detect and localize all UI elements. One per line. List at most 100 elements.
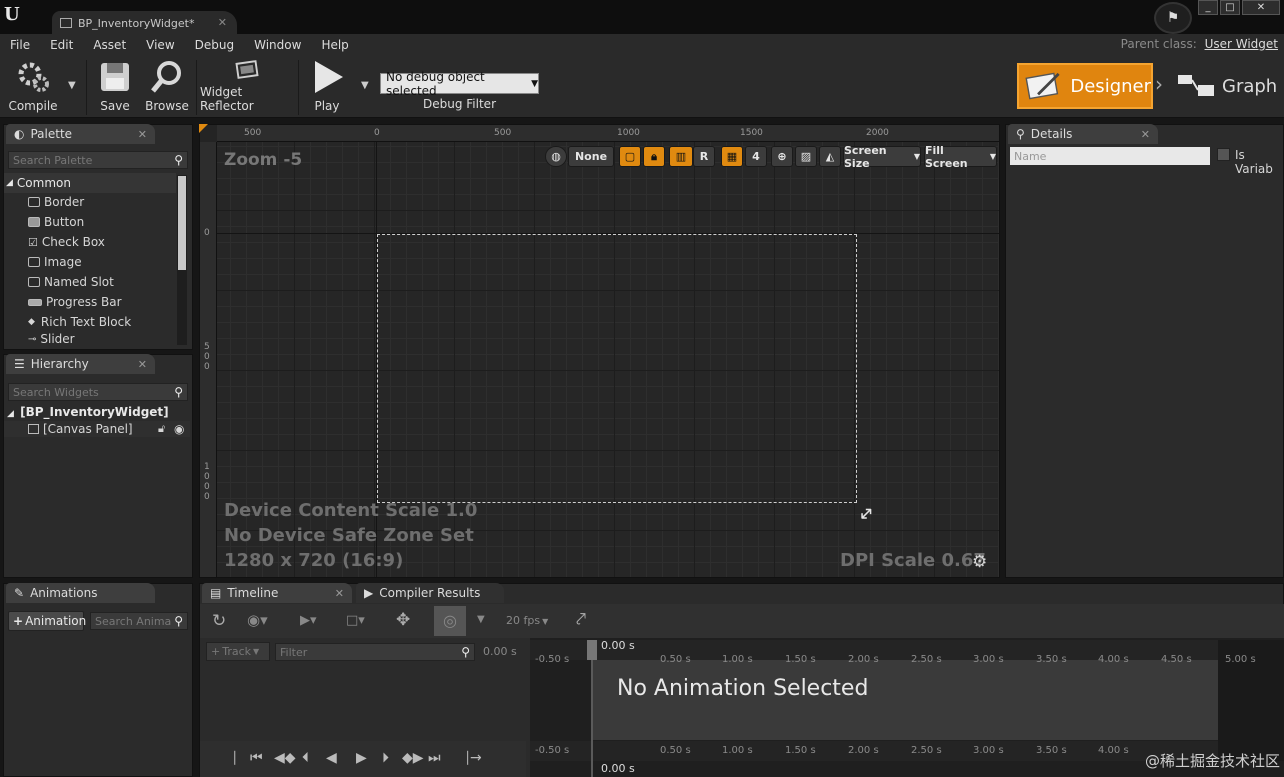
parent-class-link[interactable]: User Widget: [1205, 37, 1278, 51]
browse-button[interactable]: Browse: [142, 58, 192, 116]
transform-icon[interactable]: ✥: [396, 610, 410, 630]
compiler-results-tab[interactable]: ▶ Compiler Results: [356, 583, 504, 603]
fill-screen-dropdown[interactable]: Fill Screen ▼: [924, 144, 997, 170]
hierarchy-search-input[interactable]: Search Widgets ⚲: [8, 383, 188, 401]
auto-key-button[interactable]: ◎: [434, 606, 466, 636]
expand-arrow-icon: ◢: [7, 409, 14, 419]
auto-key-options-icon[interactable]: ▼: [477, 614, 485, 625]
playhead-handle[interactable]: [587, 640, 597, 660]
lock-toggle-icon[interactable]: 🔒︎: [643, 146, 665, 167]
palette-item-button[interactable]: Button: [28, 212, 84, 232]
grid-snap-value[interactable]: 4: [745, 146, 767, 167]
grid-snap-toggle-icon[interactable]: ▦: [721, 146, 743, 167]
maximize-button[interactable]: □: [1220, 0, 1240, 15]
button-icon: [28, 217, 40, 227]
play-reverse-icon[interactable]: ◀: [326, 750, 337, 766]
palette-scrollbar-thumb[interactable]: [178, 176, 186, 270]
compile-options-chevron-icon[interactable]: ▼: [68, 80, 76, 91]
add-animation-button[interactable]: + Animation: [8, 611, 86, 631]
visibility-options-icon[interactable]: ◉▾: [247, 611, 268, 629]
eye-icon[interactable]: ◉: [174, 422, 184, 436]
close-tab-icon[interactable]: ✕: [335, 587, 344, 600]
minimize-button[interactable]: _: [1198, 0, 1218, 15]
background-image-icon[interactable]: ▨: [795, 146, 817, 167]
timeline-tab[interactable]: ▤ Timeline ✕: [202, 583, 352, 603]
widget-reflector-button[interactable]: Widget Reflector: [200, 58, 294, 116]
menu-view[interactable]: View: [136, 38, 184, 52]
animation-search-input[interactable]: Search Anima ⚲: [90, 612, 188, 630]
user-avatar[interactable]: ⚑: [1154, 2, 1192, 34]
widget-preview-frame[interactable]: [377, 234, 857, 503]
jump-to-end-icon[interactable]: ⎹: [454, 750, 468, 766]
refresh-icon[interactable]: ↻: [212, 611, 226, 631]
palette-category-common[interactable]: ◢ Common: [4, 173, 176, 193]
frame-options-icon[interactable]: □▾: [346, 613, 365, 628]
layout-toggle-icon[interactable]: ▥: [669, 146, 693, 167]
step-forward-icon[interactable]: ⏭: [428, 750, 441, 766]
palette-item-image[interactable]: Image: [28, 252, 82, 272]
details-name-input[interactable]: Name: [1010, 147, 1210, 165]
details-tab[interactable]: ⚲ Details ✕: [1008, 124, 1158, 144]
animations-tab[interactable]: ✎ Animations: [6, 583, 155, 603]
hierarchy-tab[interactable]: ☰ Hierarchy ✕: [6, 354, 155, 374]
close-window-button[interactable]: ✕: [1242, 0, 1280, 15]
hierarchy-root-item[interactable]: ◢ [BP_InventoryWidget]: [7, 405, 169, 419]
step-back-icon[interactable]: ⏮: [250, 750, 263, 766]
settings-gear-icon[interactable]: ⚙: [972, 552, 987, 572]
palette-item-slider[interactable]: ⊸ Slider: [28, 332, 75, 346]
track-filter-input[interactable]: Filter ⚲: [275, 643, 475, 661]
close-tab-icon[interactable]: ✕: [138, 358, 147, 371]
palette-item-check-box[interactable]: ☑ Check Box: [28, 232, 105, 252]
playback-options-icon[interactable]: ▶▾: [300, 613, 317, 628]
close-tab-icon[interactable]: ✕: [138, 128, 147, 141]
curve-editor-icon[interactable]: ⤤: [576, 609, 586, 630]
loop-icon[interactable]: →: [470, 750, 482, 766]
palette-item-progress-bar[interactable]: Progress Bar: [28, 292, 122, 312]
zoom-to-fit-icon[interactable]: ⊕: [771, 146, 793, 167]
flip-icon[interactable]: ◭: [819, 146, 841, 167]
prev-key-icon[interactable]: ◀◆: [274, 750, 296, 766]
gear-icon: [18, 62, 49, 92]
palette-item-label: Progress Bar: [46, 295, 122, 309]
designer-mode-button[interactable]: Designer: [1017, 63, 1153, 109]
time-tick: 3.00 s: [973, 745, 1004, 756]
lock-icon[interactable]: 🔓︎: [158, 422, 165, 436]
localization-dropdown[interactable]: None: [568, 146, 614, 167]
menu-help[interactable]: Help: [311, 38, 358, 52]
ruler-vertical: 0 5 0 0 1 0 0 0: [200, 142, 217, 577]
screen-size-dropdown[interactable]: Screen Size ▼: [843, 144, 921, 170]
menu-edit[interactable]: Edit: [40, 38, 83, 52]
palette-item-rich-text-block[interactable]: ◆ Rich Text Block: [28, 312, 131, 332]
add-track-button[interactable]: + Track ▼: [206, 642, 270, 661]
menu-window[interactable]: Window: [244, 38, 311, 52]
play-forward-icon[interactable]: ▶: [356, 750, 367, 766]
unreal-logo-icon[interactable]: U: [4, 4, 26, 26]
graph-mode-button[interactable]: Graph: [1170, 63, 1280, 109]
document-tab[interactable]: BP_InventoryWidget* ✕: [52, 11, 237, 35]
next-key-icon[interactable]: ◆▶: [402, 750, 424, 766]
palette-item-named-slot[interactable]: Named Slot: [28, 272, 114, 292]
r-button[interactable]: R: [693, 146, 715, 167]
palette-item-border[interactable]: Border: [28, 192, 84, 212]
debug-object-dropdown[interactable]: No debug object selected ▼: [380, 70, 539, 98]
compile-button[interactable]: Compile: [6, 58, 60, 116]
outline-toggle-icon[interactable]: ▢: [619, 146, 641, 167]
palette-tab[interactable]: ◐ Palette ✕: [6, 124, 155, 144]
play-button[interactable]: Play: [302, 58, 352, 116]
palette-search-input[interactable]: Search Palette ⚲: [8, 151, 188, 169]
menu-file[interactable]: File: [0, 38, 40, 52]
step-back-frame-icon[interactable]: ⏴: [302, 750, 309, 766]
save-button[interactable]: Save: [92, 58, 138, 116]
menu-debug[interactable]: Debug: [185, 38, 244, 52]
hierarchy-canvas-panel-item[interactable]: [Canvas Panel] 🔓︎ ◉: [4, 421, 190, 437]
close-tab-icon[interactable]: ✕: [218, 16, 227, 29]
menu-asset[interactable]: Asset: [83, 38, 136, 52]
step-forward-frame-icon[interactable]: ⏵: [382, 750, 389, 766]
fps-dropdown[interactable]: 20 fps ▼: [506, 614, 548, 627]
play-options-chevron-icon[interactable]: ▼: [361, 80, 369, 91]
is-variable-checkbox[interactable]: [1217, 148, 1230, 161]
globe-icon[interactable]: ◍: [545, 146, 567, 167]
close-tab-icon[interactable]: ✕: [1141, 128, 1150, 141]
jump-to-start-icon[interactable]: ⎸: [234, 750, 248, 766]
playhead-line[interactable]: [591, 640, 593, 777]
